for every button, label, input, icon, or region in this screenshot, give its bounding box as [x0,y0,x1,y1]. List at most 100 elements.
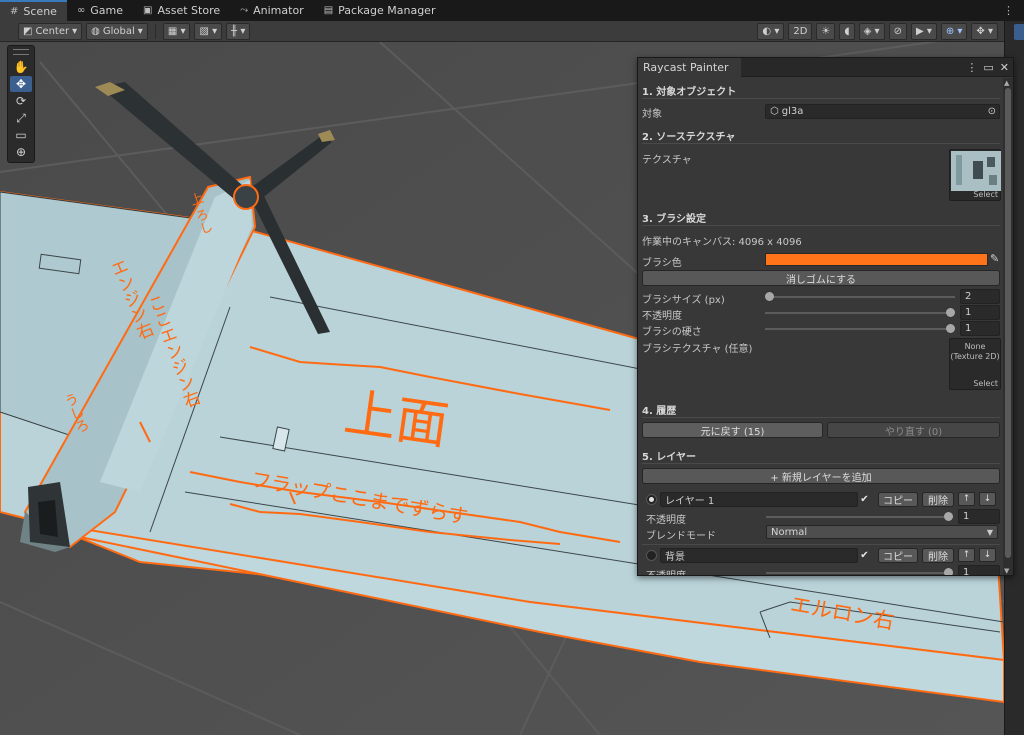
grid-icon: ▦ ▾ [167,25,186,37]
speaker-icon: ◖ [844,25,850,37]
layer-1-move-down-button[interactable]: ↓ [979,492,996,506]
visibility-toggle[interactable]: ⊘ [888,22,907,40]
mode-2d-button[interactable]: 2D [788,22,813,40]
layer-2-opacity-input[interactable]: 1 [958,565,1000,575]
inspector-toggle-icon[interactable] [1014,24,1024,40]
maximize-icon[interactable]: ▭ [983,61,993,74]
tab-package-manager[interactable]: ▤ Package Manager [314,0,446,21]
layer-2-active-radio[interactable] [646,550,657,561]
layer-2-move-up-button[interactable]: ↑ [958,548,975,562]
layer-2-copy-button[interactable]: コピー [878,548,918,563]
kebab-menu-icon[interactable]: ⋮ [966,61,977,74]
layer-1-blend-dropdown[interactable]: Normal ▼ [766,525,998,539]
opacity-input[interactable]: 1 [960,305,1000,320]
add-layer-button[interactable]: + 新規レイヤーを追加 [642,468,1000,484]
layer-1-delete-button[interactable]: 削除 [922,492,954,507]
layer-2-opacity-slider[interactable] [766,565,953,575]
snap-button[interactable]: ▧ ▾ [194,22,223,40]
panel-body: 1. 対象オブジェクト 対象 ⬡ gl3a ⊙ 2. ソーステクスチャ テクスチ… [638,78,1005,575]
eye-hidden-icon: ⊘ [893,25,902,37]
lightbulb-icon: ☀ [821,25,831,37]
slider-knob[interactable] [944,512,953,521]
slider-knob[interactable] [946,324,955,333]
divider [642,225,1000,226]
undo-button[interactable]: 元に戻す (15) [642,422,823,438]
divider [642,143,1000,144]
section-target-title: 1. 対象オブジェクト [642,87,737,98]
chevron-down-icon: ▾ [137,25,143,37]
tab-asset-store-label: Asset Store [157,4,221,17]
tab-game[interactable]: ∞ Game [67,0,133,21]
layer-1-copy-button[interactable]: コピー [878,492,918,507]
more-menu-icon[interactable]: ⋮ [993,0,1024,21]
increment-snap-button[interactable]: ╫ ▾ [226,22,251,40]
scale-tool-icon[interactable]: ⤢ [10,110,32,126]
panel-scrollbar[interactable]: ▲ ▼ [1003,78,1013,575]
effects-dropdown[interactable]: ◈ ▾ [858,22,885,40]
gizmos-dropdown[interactable]: ⊕ ▾ [940,22,968,40]
layer-1-move-up-button[interactable]: ↑ [958,492,975,506]
brush-texture-type: (Texture 2D) [950,352,1000,361]
layer-2-move-down-button[interactable]: ↓ [979,548,996,562]
panel-header: Raycast Painter ⋮ ▭ ✕ [638,58,1013,77]
editor-tab-bar: # Scene ∞ Game ▣ Asset Store ⤳ Animator … [0,0,1024,21]
tab-animator[interactable]: ⤳ Animator [230,0,314,21]
tab-game-label: Game [90,4,124,17]
scene-view-options[interactable]: ✥ ▾ [971,22,998,40]
scroll-up-icon[interactable]: ▲ [1004,79,1009,87]
space-dropdown[interactable]: ◍ Global ▾ [86,22,148,40]
eyedropper-icon[interactable]: ✎ [990,252,999,265]
pivot-label: Center [35,25,70,37]
brush-texture-slot[interactable]: None (Texture 2D) Select [949,338,1001,390]
layer-2-visible-checkbox[interactable]: ✔ [859,550,870,561]
brush-color-field[interactable] [765,253,988,266]
grid-icon: # [10,6,19,17]
move-tool-icon[interactable]: ✥ [10,76,32,92]
object-picker-icon[interactable]: ⊙ [988,106,996,117]
layer-1-name-input[interactable]: レイヤー 1 [660,492,858,507]
brush-color-label: ブラシ色 [642,258,682,269]
divider [642,544,1000,545]
lighting-toggle[interactable]: ☀ [816,22,836,40]
source-texture-slot[interactable]: Select [949,149,1001,201]
layer-2-delete-button[interactable]: 削除 [922,548,954,563]
grid-toggle-button[interactable]: ▦ ▾ [162,22,191,40]
panel-title[interactable]: Raycast Painter [638,58,741,77]
slider-knob[interactable] [765,292,774,301]
brush-size-input[interactable]: 2 [960,289,1000,304]
draw-mode-button[interactable]: ◐ ▾ [757,22,785,40]
chevron-down-icon: ▾ [72,25,78,37]
layer-1-opacity-input[interactable]: 1 [958,509,1000,524]
redo-button[interactable]: やり直す (0) [827,422,1000,438]
slider-knob[interactable] [946,308,955,317]
tool-palette: ✋ ✥ ⟳ ⤢ ▭ ⊕ [7,45,35,163]
brush-size-slider[interactable] [765,289,955,304]
pivot-dropdown[interactable]: ◩ Center ▾ [18,22,83,40]
texture-select-button[interactable]: Select [973,190,998,199]
hardness-input[interactable]: 1 [960,321,1000,336]
tab-asset-store[interactable]: ▣ Asset Store [133,0,230,21]
transform-tool-icon[interactable]: ⊕ [10,144,32,160]
eraser-button[interactable]: 消しゴムにする [642,270,1000,286]
layer-1-visible-checkbox[interactable]: ✔ [859,494,870,505]
slider-knob[interactable] [944,568,953,575]
layer-1-opacity-slider[interactable] [766,509,953,524]
tab-animator-label: Animator [253,4,304,17]
rotate-tool-icon[interactable]: ⟳ [10,93,32,109]
opacity-slider[interactable] [765,305,955,320]
tab-scene[interactable]: # Scene [0,0,67,21]
target-object-field[interactable]: ⬡ gl3a ⊙ [765,104,1000,119]
layer-1-active-radio[interactable] [646,494,657,505]
scrollbar-thumb[interactable] [1005,88,1011,558]
audio-toggle[interactable]: ◖ [839,22,855,40]
brush-texture-select-button[interactable]: Select [973,379,998,388]
hand-tool-icon[interactable]: ✋ [10,59,32,75]
layer-2-name-input[interactable]: 背景 [660,548,858,563]
hardness-slider[interactable] [765,321,955,336]
scroll-down-icon[interactable]: ▼ [1004,567,1009,575]
rect-tool-icon[interactable]: ▭ [10,127,32,143]
camera-icon: ▶ ▾ [915,25,932,37]
palette-grip[interactable] [13,49,29,55]
camera-dropdown[interactable]: ▶ ▾ [910,22,937,40]
close-icon[interactable]: ✕ [1000,61,1009,74]
